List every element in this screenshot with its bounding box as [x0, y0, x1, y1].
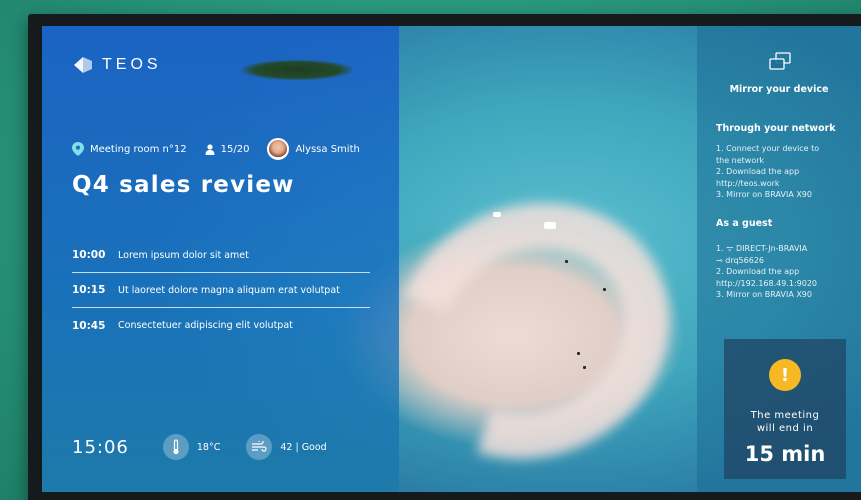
guest-step: 2. Download the app — [716, 267, 800, 276]
guest-step: ⊸ drq56626 — [716, 255, 764, 265]
agenda-item: 10:45 Consectetuer adipiscing elit volut… — [72, 308, 370, 343]
guest-steps: 1. ᯤ DIRECT-Jn-BRAVIA ⊸ drq56626 2. Down… — [716, 243, 856, 301]
guest-section-title: As a guest — [716, 218, 773, 229]
agenda-list: 10:00 Lorem ipsum dolor sit amet 10:15 U… — [72, 238, 370, 343]
agenda-time: 10:00 — [72, 249, 106, 261]
location-pin-icon — [72, 142, 84, 156]
screen-mirror-icon[interactable] — [769, 52, 791, 72]
occupancy-info: 15/20 — [205, 143, 250, 155]
organizer-info: Alyssa Smith — [267, 138, 360, 160]
temperature-sensor: 18°C — [162, 434, 221, 460]
sandbar-background — [352, 158, 712, 492]
thermometer-icon — [162, 434, 189, 460]
remaining-time: 15 min — [744, 442, 826, 466]
current-time: 15:06 — [72, 436, 129, 458]
teos-logo-icon — [74, 57, 92, 73]
agenda-text: Lorem ipsum dolor sit amet — [118, 249, 249, 261]
meeting-panel: TEOS Meeting room n°12 15/20 Alyssa Smit… — [42, 26, 399, 492]
meeting-end-alert: ! The meeting will end in 15 min — [724, 339, 846, 479]
network-step: 2. Download the app — [716, 167, 800, 176]
network-step: 3. Mirror on BRAVIA X90 — [716, 190, 812, 199]
agenda-text: Ut laoreet dolore magna aliquam erat vol… — [118, 284, 340, 296]
air-quality-value: 42 | Good — [280, 441, 327, 453]
status-bar: 15:06 18°C 42 | Good — [72, 434, 353, 460]
organizer-avatar — [267, 138, 290, 160]
island-background — [242, 60, 352, 80]
meeting-info-row: Meeting room n°12 15/20 Alyssa Smith — [72, 138, 378, 160]
network-step: the network — [716, 155, 765, 165]
brand-name: TEOS — [102, 56, 162, 73]
agenda-time: 10:45 — [72, 319, 106, 332]
network-steps: 1. Connect your device to the network 2.… — [716, 143, 856, 201]
guest-step: 3. Mirror on BRAVIA X90 — [716, 290, 812, 299]
warning-icon: ! — [769, 359, 801, 391]
alert-message: The meeting will end in — [724, 409, 846, 435]
meeting-title: Q4 sales review — [72, 172, 295, 198]
display-screen: TEOS Meeting room n°12 15/20 Alyssa Smit… — [42, 26, 861, 492]
wind-icon — [246, 434, 273, 460]
room-info: Meeting room n°12 — [72, 142, 187, 156]
agenda-item: 10:15 Ut laoreet dolore magna aliquam er… — [72, 273, 370, 308]
agenda-text: Consectetuer adipiscing elit volutpat — [118, 320, 293, 331]
occupancy-count: 15/20 — [220, 143, 250, 155]
alert-message-line: will end in — [756, 423, 814, 434]
agenda-time: 10:15 — [72, 284, 106, 296]
guest-step: 1. ᯤ DIRECT-Jn-BRAVIA — [716, 244, 808, 253]
network-section-title: Through your network — [716, 123, 836, 134]
air-quality-sensor: 42 | Good — [246, 434, 327, 460]
boat — [493, 212, 501, 217]
guest-step-link[interactable]: http://192.168.49.1:9020 — [716, 278, 856, 290]
organizer-name: Alyssa Smith — [295, 143, 360, 155]
person-icon — [205, 143, 215, 155]
person-on-beach — [603, 288, 606, 291]
mirror-title: Mirror your device — [729, 84, 829, 95]
alert-message-line: The meeting — [750, 410, 820, 421]
brand-logo: TEOS — [72, 54, 162, 76]
network-step-link[interactable]: http://teos.work — [716, 178, 856, 190]
boat — [544, 222, 556, 229]
temperature-value: 18°C — [196, 441, 221, 453]
network-step: 1. Connect your device to — [716, 144, 820, 153]
person-on-beach — [577, 352, 580, 355]
person-on-beach — [565, 260, 568, 263]
mirror-panel: Mirror your device Through your network … — [697, 26, 861, 492]
room-name: Meeting room n°12 — [90, 143, 187, 155]
agenda-item: 10:00 Lorem ipsum dolor sit amet — [72, 238, 370, 273]
person-on-beach — [583, 366, 586, 369]
